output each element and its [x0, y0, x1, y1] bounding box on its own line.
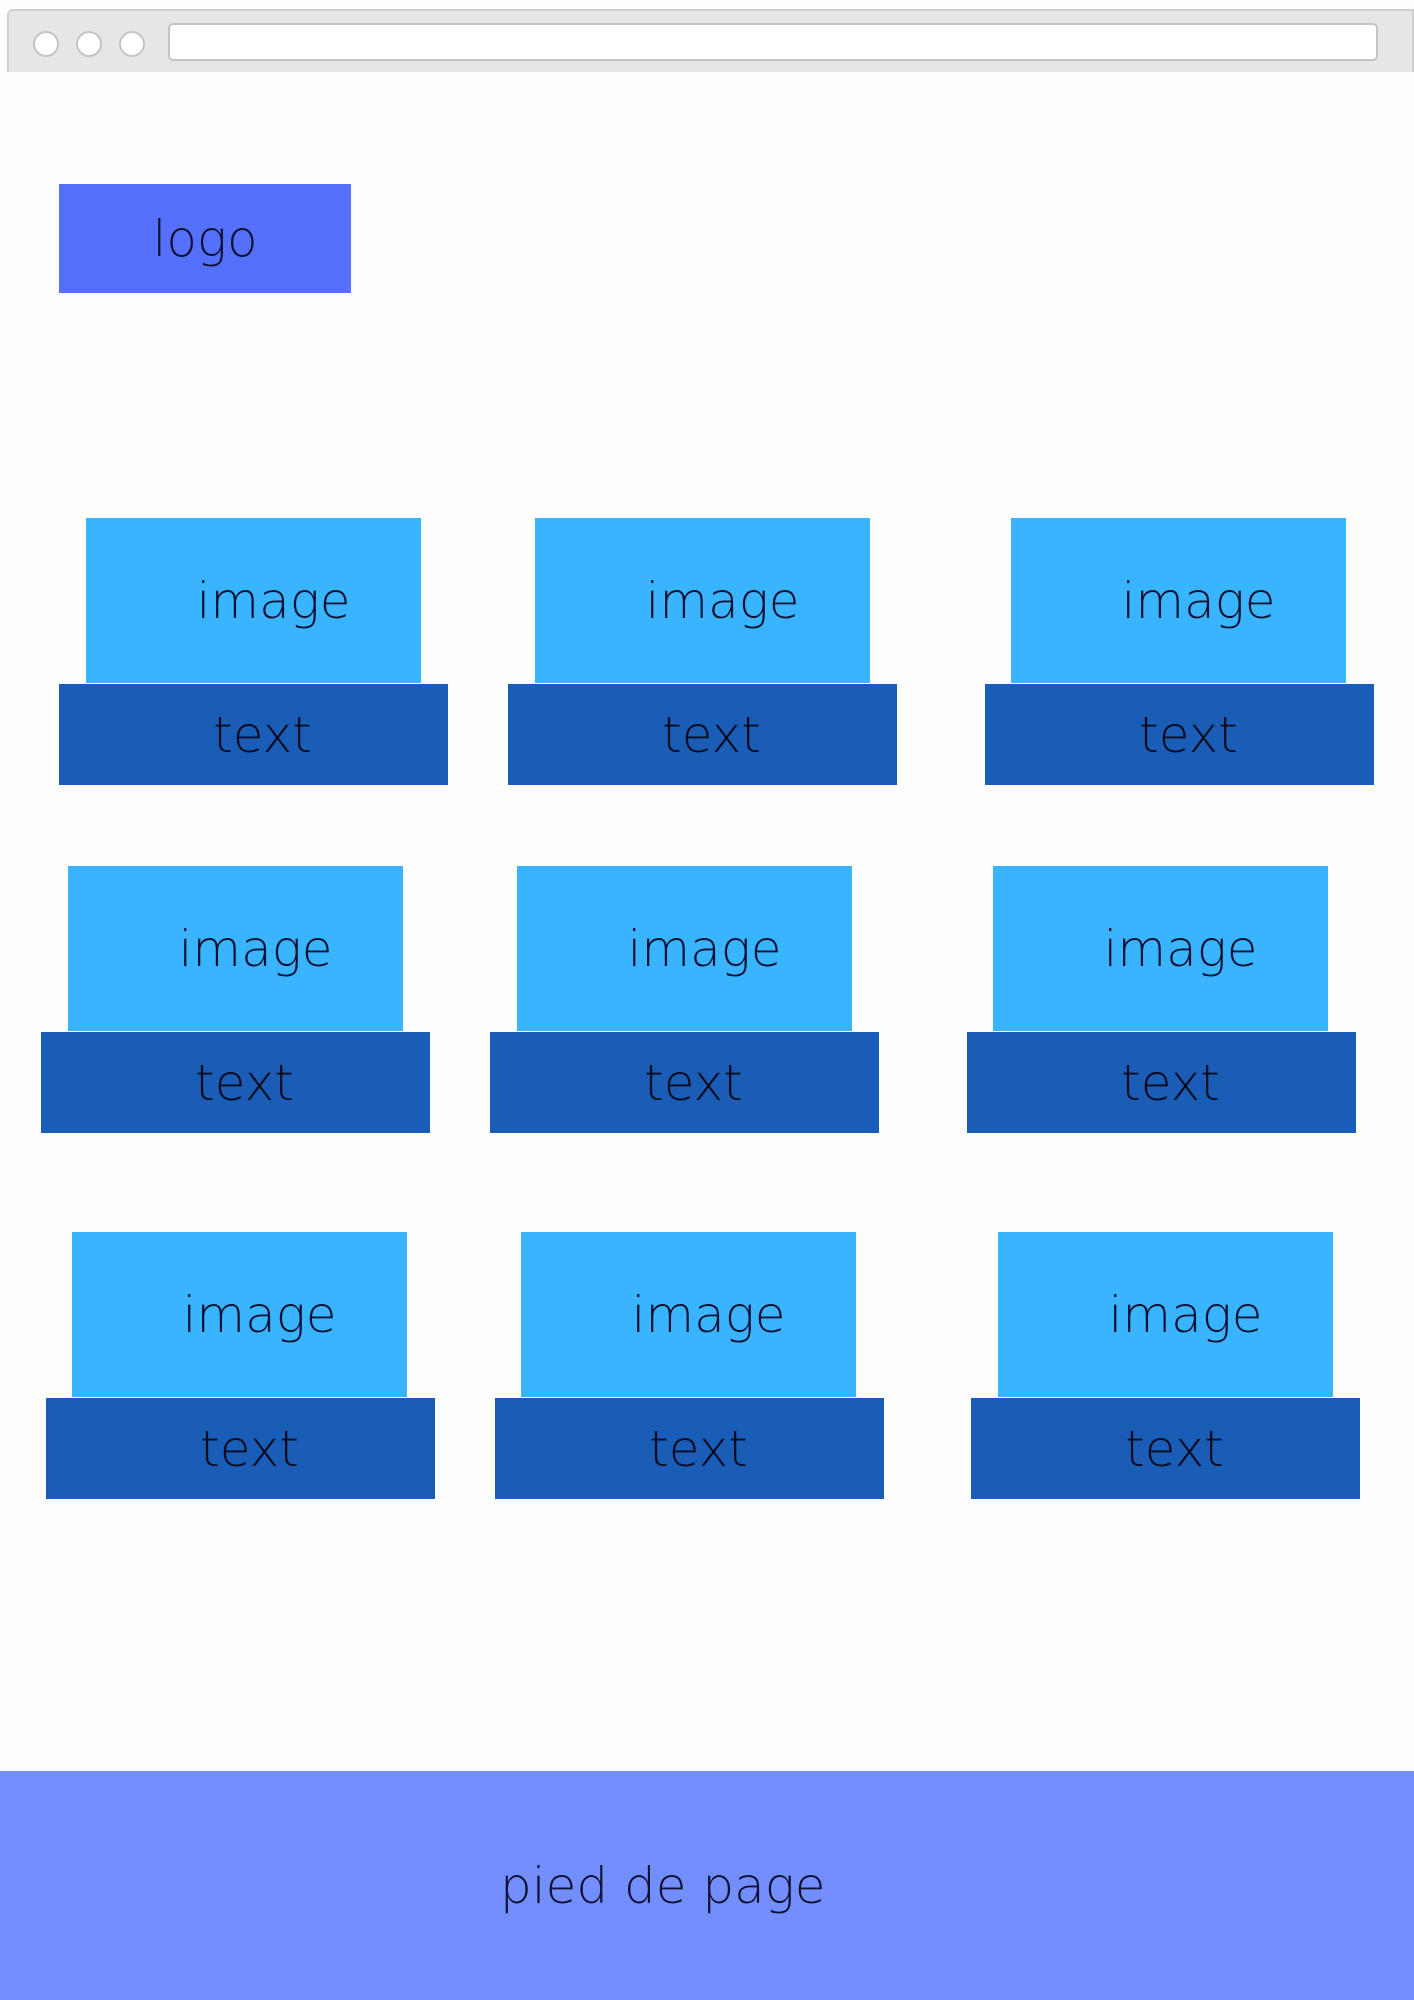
window-minimize-icon[interactable]	[76, 31, 102, 57]
card-text[interactable]: text	[985, 684, 1374, 785]
window-maximize-icon[interactable]	[119, 31, 145, 57]
card-image[interactable]: image	[1011, 518, 1346, 683]
card-text[interactable]: text	[508, 684, 897, 785]
footer-label: pied de page	[500, 1856, 826, 1915]
card-text[interactable]: text	[967, 1032, 1356, 1133]
card-text[interactable]: text	[495, 1398, 884, 1499]
card-text[interactable]: text	[41, 1032, 430, 1133]
footer: pied de page	[0, 1771, 1414, 2000]
card-text[interactable]: text	[490, 1032, 879, 1133]
card-image[interactable]: image	[535, 518, 870, 683]
card-text[interactable]: text	[59, 684, 448, 785]
logo[interactable]: logo	[59, 184, 351, 293]
address-bar[interactable]	[168, 23, 1378, 61]
card-text[interactable]: text	[46, 1398, 435, 1499]
browser-window-chrome	[7, 9, 1414, 72]
card-image[interactable]: image	[517, 866, 852, 1031]
card-text[interactable]: text	[971, 1398, 1360, 1499]
wireframe-page: logo image text image text image text im…	[0, 0, 1414, 2000]
card-image[interactable]: image	[86, 518, 421, 683]
card-image[interactable]: image	[521, 1232, 856, 1397]
card-image[interactable]: image	[998, 1232, 1333, 1397]
window-close-icon[interactable]	[33, 31, 59, 57]
card-image[interactable]: image	[72, 1232, 407, 1397]
card-image[interactable]: image	[993, 866, 1328, 1031]
card-image[interactable]: image	[68, 866, 403, 1031]
